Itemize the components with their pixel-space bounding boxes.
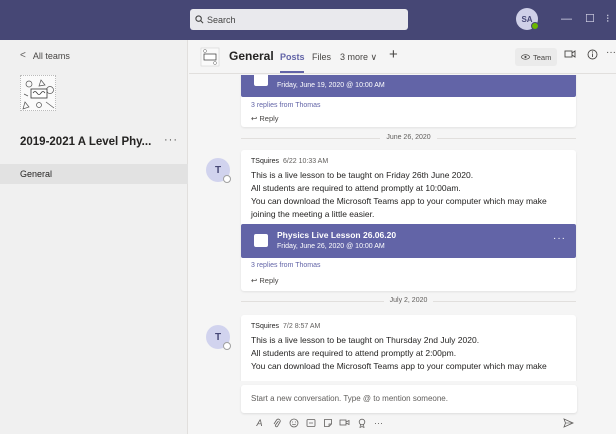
channel-item-general[interactable]: General (0, 164, 188, 184)
team-button[interactable]: Team (515, 48, 558, 66)
reply-label: Reply (259, 114, 279, 123)
gif-icon[interactable] (302, 418, 319, 430)
post-time: 7/2 8:57 AM (283, 323, 321, 330)
reply-button[interactable]: ↩ Reply (251, 114, 279, 123)
add-tab-button[interactable]: + (389, 46, 398, 63)
title-bar: Search SA — ☐ ⁝ (0, 0, 616, 40)
info-icon[interactable] (587, 49, 598, 63)
meeting-card[interactable]: Friday, June 19, 2020 @ 10:00 AM (241, 75, 576, 97)
author-name: TSquires (251, 323, 280, 330)
tab-files[interactable]: Files (312, 52, 331, 62)
post-line: All students are required to attend prom… (251, 348, 457, 358)
team-name: 2019-2021 A Level Phy... (20, 136, 152, 148)
presence-icon (223, 342, 231, 350)
format-icon[interactable]: A (251, 418, 268, 430)
meeting-title: Physics Live Lesson 26.06.20 (277, 230, 397, 240)
date-label-text: July 2, 2020 (383, 297, 434, 304)
all-teams-label: All teams (32, 50, 70, 61)
post-line: All students are required to attend prom… (251, 183, 461, 193)
presence-available-icon (531, 22, 539, 30)
date-label: July 2, 2020 (241, 297, 576, 304)
chevron-left-icon: < (20, 50, 26, 61)
search-placeholder: Search (207, 14, 236, 25)
post-header: TSquires 7/2 8:57 AM (251, 323, 320, 330)
compose-placeholder: Start a new conversation. Type @ to ment… (251, 394, 448, 403)
search-box[interactable]: Search (190, 9, 408, 30)
sticker-icon[interactable] (319, 418, 336, 430)
emoji-icon[interactable] (285, 418, 302, 430)
author-name: TSquires (251, 158, 280, 165)
team-avatar-icon (200, 47, 220, 67)
eye-icon (521, 54, 530, 60)
replies-link[interactable]: 3 replies from Thomas (251, 262, 321, 269)
post-line: This is a live lesson to be taught on Fr… (251, 170, 474, 180)
team-logo (20, 75, 56, 111)
calendar-icon (254, 75, 268, 86)
presence-icon (223, 175, 231, 183)
team-button-label: Team (533, 52, 552, 62)
channel-more-button[interactable]: ··· (606, 47, 616, 58)
post-header: TSquires 6/22 10:33 AM (251, 158, 328, 165)
meeting-time: Friday, June 19, 2020 @ 10:00 AM (277, 82, 385, 89)
replies-link[interactable]: 3 replies from Thomas (251, 102, 321, 109)
channel-header: General Posts Files 3 more ∨ + Team ··· (189, 40, 616, 74)
praise-icon[interactable] (353, 418, 370, 430)
post-time: 6/22 10:33 AM (283, 158, 329, 165)
reply-button[interactable]: ↩ Reply (251, 276, 279, 285)
active-tab-indicator (280, 71, 304, 73)
meet-now-icon[interactable] (336, 418, 353, 430)
send-icon (563, 418, 574, 428)
date-label-text: June 26, 2020 (380, 134, 437, 141)
date-label: June 26, 2020 (241, 134, 576, 141)
minimize-button[interactable]: — (561, 12, 572, 26)
more-options-button[interactable]: ··· (370, 418, 387, 430)
post-body: This is a live lesson to be taught on Fr… (251, 169, 571, 221)
post-line: You can download the Microsoft Teams app… (251, 196, 547, 206)
post-body: This is a live lesson to be taught on Th… (251, 334, 571, 373)
search-icon (195, 15, 204, 24)
post-card: TSquires 6/22 10:33 AM This is a live les… (241, 150, 576, 291)
meet-now-icon[interactable] (564, 49, 576, 62)
post-card: TSquires 7/2 8:57 AM This is a live lesso… (241, 315, 576, 381)
compose-box[interactable]: Start a new conversation. Type @ to ment… (241, 385, 577, 413)
maximize-button[interactable]: ☐ (585, 12, 595, 26)
all-teams-link[interactable]: < All teams (20, 50, 70, 61)
post-line: This is a live lesson to be taught on Th… (251, 335, 480, 345)
reply-label: Reply (259, 276, 279, 285)
compose-toolbar: A ··· (251, 418, 387, 430)
posts-feed[interactable]: Friday, June 19, 2020 @ 10:00 AM 3 repli… (189, 75, 616, 381)
tab-more[interactable]: 3 more ∨ (340, 52, 377, 63)
post-line: You can download the Microsoft Teams app… (251, 361, 547, 371)
meeting-time: Friday, June 26, 2020 @ 10:00 AM (277, 243, 385, 250)
team-more-options-button[interactable]: ··· (164, 134, 178, 146)
meeting-card[interactable]: Physics Live Lesson 26.06.20 Friday, Jun… (241, 224, 576, 258)
send-button[interactable] (563, 418, 574, 431)
attach-icon[interactable] (268, 418, 285, 430)
calendar-icon (254, 234, 268, 247)
meeting-more-button[interactable]: ··· (553, 233, 566, 244)
channel-title: General (229, 49, 274, 63)
team-panel: < All teams 2019-2021 A Level Phy... ···… (0, 40, 188, 434)
window-more-button[interactable]: ⁝ (606, 12, 610, 26)
post-card: Friday, June 19, 2020 @ 10:00 AM 3 repli… (241, 75, 576, 127)
tab-posts[interactable]: Posts (280, 52, 305, 62)
post-line: joining the meeting a little easier. (251, 209, 375, 219)
